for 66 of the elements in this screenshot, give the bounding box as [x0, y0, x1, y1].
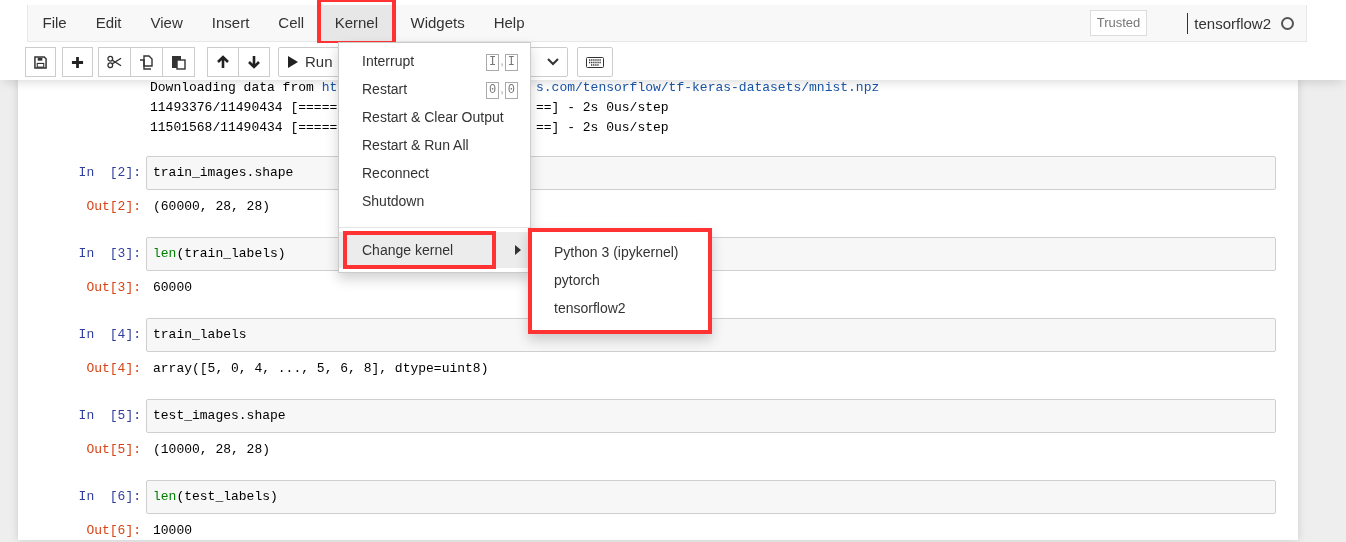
- keyboard-shortcut: I , I: [485, 51, 518, 71]
- output-text: 60000: [152, 278, 192, 297]
- trusted-indicator[interactable]: Trusted: [1089, 10, 1148, 36]
- copy-button[interactable]: [130, 47, 163, 77]
- input-prompt: In [5]:: [77, 407, 142, 426]
- output-text: array([5, 0, 4, ..., 5, 6, 8], dtype=uint8): [152, 359, 489, 378]
- move-down-button[interactable]: [238, 47, 270, 77]
- input-prompt: In [3]:: [77, 245, 142, 264]
- keyboard-shortcut: 0 , 0: [485, 79, 518, 99]
- menu-item[interactable]: Change kernel: [339, 232, 530, 268]
- output-prompt: Out[4]:: [85, 359, 142, 378]
- output-text: (60000, 28, 28): [152, 197, 271, 216]
- insert-cell-button[interactable]: [62, 47, 93, 77]
- menu-item-label: Restart: [362, 79, 408, 99]
- menu-tab[interactable]: View: [136, 4, 198, 42]
- output-text: (10000, 28, 28): [152, 440, 271, 459]
- menu-item-label: Change kernel: [362, 240, 454, 260]
- paste-button[interactable]: [162, 47, 195, 77]
- caret-icon: [515, 245, 521, 255]
- output-text: 11493376/11490434 [=====: [150, 100, 338, 115]
- output-link[interactable]: ht: [321, 80, 338, 95]
- code-input[interactable]: test_images.shape: [146, 399, 1276, 433]
- output-prompt: Out[2]:: [85, 197, 142, 216]
- copy-icon: [139, 54, 154, 70]
- arrow-down-icon: [247, 55, 261, 69]
- menu-item-label: Interrupt: [362, 51, 415, 71]
- plus-icon: [71, 55, 84, 69]
- output-prompt: Out[3]:: [85, 278, 142, 297]
- keyboard-icon: [586, 56, 604, 68]
- paste-icon: [171, 54, 186, 70]
- output-link[interactable]: s.com/tensorflow/tf-keras-datasets/mnist.npz: [536, 80, 880, 95]
- menu-tab[interactable]: File: [28, 4, 82, 42]
- menu-item[interactable]: Restart & Clear Output: [339, 103, 530, 131]
- output-prompt: Out[6]:: [85, 521, 142, 540]
- save-icon: [34, 55, 47, 69]
- menu-item[interactable]: Restart & Run All: [339, 131, 530, 159]
- output-text: ==] - 2s 0us/step: [536, 100, 669, 115]
- input-prompt: In [4]:: [77, 326, 142, 345]
- menu-item[interactable]: Restart 0 , 0: [339, 75, 530, 103]
- menu-tab[interactable]: Edit: [81, 4, 137, 42]
- menu-item[interactable]: Reconnect: [339, 159, 530, 187]
- kernel-name[interactable]: tensorflow2: [1187, 12, 1271, 34]
- code-input[interactable]: len(test_labels): [146, 480, 1276, 514]
- scissors-icon: [107, 55, 122, 69]
- cut-button[interactable]: [98, 47, 131, 77]
- menu-tab[interactable]: Widgets: [396, 4, 480, 42]
- output-text: 11501568/11490434 [=====: [150, 120, 338, 135]
- menu-tab[interactable]: Kernel: [320, 5, 392, 41]
- input-prompt: In [2]:: [77, 164, 142, 183]
- menu-tab[interactable]: Help: [479, 4, 540, 42]
- menu-item[interactable]: Shutdown: [339, 187, 530, 215]
- play-icon: [287, 55, 299, 69]
- menu-tab[interactable]: Insert: [197, 4, 264, 42]
- output-text: ==] - 2s 0us/step: [536, 120, 669, 135]
- arrow-up-icon: [216, 55, 230, 69]
- menu-item[interactable]: Python 3 (ipykernel): [532, 238, 708, 266]
- code-input[interactable]: train_labels: [146, 318, 1276, 352]
- input-prompt: In [6]:: [77, 488, 142, 507]
- output-text: 10000: [152, 521, 192, 540]
- chevron-down-icon: [547, 58, 559, 66]
- output-text: Downloading data from: [150, 80, 315, 95]
- save-button[interactable]: [25, 47, 56, 77]
- menu-tab[interactable]: Cell: [263, 4, 319, 42]
- output-prompt: Out[5]:: [85, 440, 142, 459]
- keyboard-shortcuts-button[interactable]: [577, 47, 613, 77]
- move-up-button[interactable]: [207, 47, 239, 77]
